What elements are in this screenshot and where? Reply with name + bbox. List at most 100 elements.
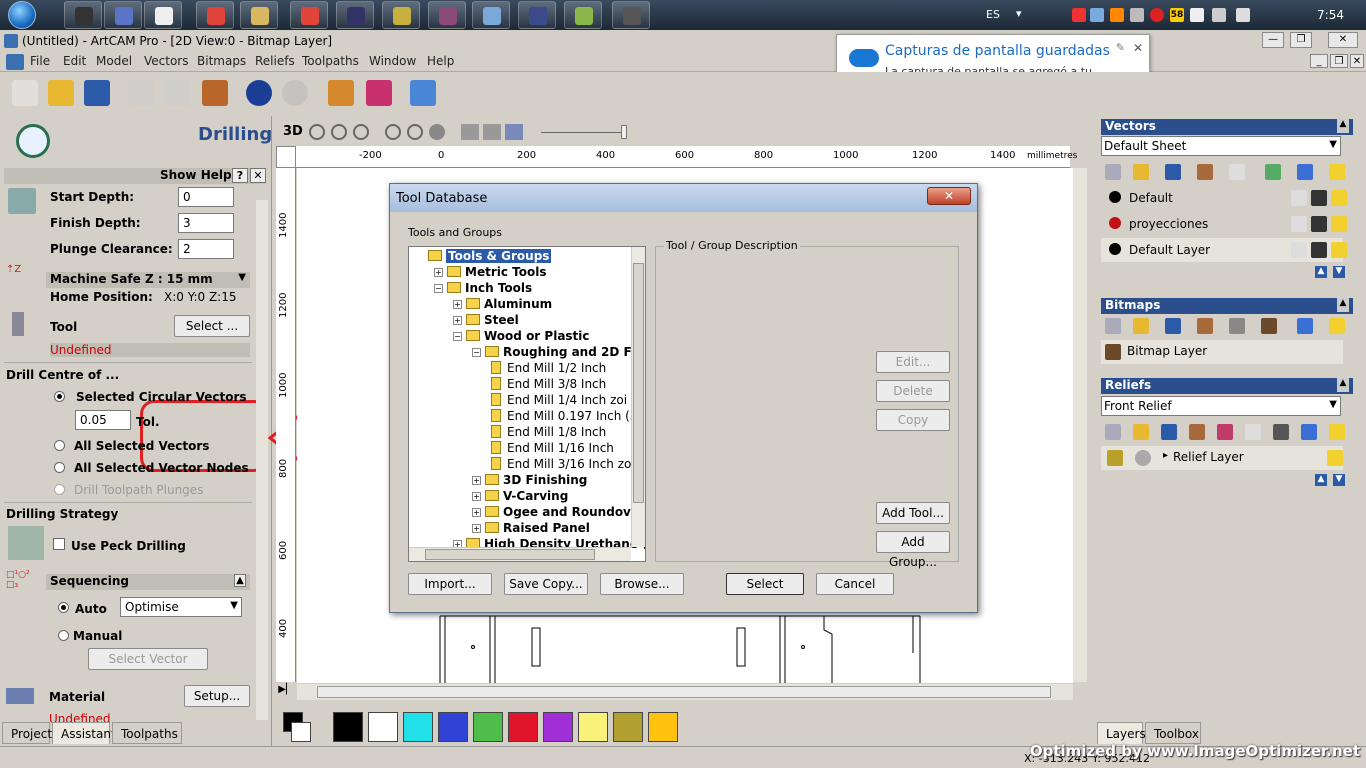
taskbar-app-app-7[interactable] xyxy=(472,1,510,29)
firefox-icon[interactable] xyxy=(1110,8,1124,22)
light-bulb-icon[interactable] xyxy=(1331,190,1347,206)
open-bitmap-icon[interactable] xyxy=(1133,318,1149,334)
manual-radio[interactable] xyxy=(58,630,69,641)
toolpath-plunges-radio[interactable] xyxy=(54,484,65,495)
mdi-close-button[interactable]: ✕ xyxy=(1350,54,1364,68)
tree-group-item[interactable]: + V-Carving xyxy=(472,489,568,503)
minimize-button[interactable]: — xyxy=(1262,32,1284,48)
relief-select[interactable]: Front Relief ▼ xyxy=(1101,396,1341,416)
tab-assistant[interactable]: Assistant xyxy=(52,722,116,744)
grey-bitmap-icon[interactable] xyxy=(1229,318,1245,334)
tool-select-button[interactable]: Select ... xyxy=(174,315,250,337)
secondary-color-swatch[interactable] xyxy=(291,722,311,742)
save-layer-icon[interactable] xyxy=(1165,164,1181,180)
taskbar-app-app-9[interactable] xyxy=(564,1,602,29)
open-layer-icon[interactable] xyxy=(1133,164,1149,180)
pen-icon[interactable] xyxy=(1311,242,1327,258)
battery-icon[interactable] xyxy=(1190,8,1204,22)
bitmap-layer-row[interactable]: Bitmap Layer xyxy=(1101,340,1343,364)
menu-help[interactable]: Help xyxy=(427,54,454,68)
color-swatch[interactable] xyxy=(438,712,468,742)
layer-color-icon[interactable] xyxy=(1109,191,1121,203)
collapse-icon[interactable]: − xyxy=(434,284,443,293)
tree-group-item[interactable]: Tools & Groups xyxy=(415,249,552,263)
expand-icon[interactable]: + xyxy=(434,268,443,277)
taskbar-app-app-5[interactable] xyxy=(382,1,420,29)
tree-group-item[interactable]: + Aluminum xyxy=(453,297,552,311)
tree-tool-item[interactable]: End Mill 1/16 Inch xyxy=(491,441,614,455)
lock-layer-icon[interactable] xyxy=(1229,164,1245,180)
tree-horizontal-scrollbar[interactable] xyxy=(409,547,631,561)
color-swatch[interactable] xyxy=(648,712,678,742)
zoom-slider-thumb[interactable] xyxy=(621,125,627,139)
color-swatch[interactable] xyxy=(333,712,363,742)
reliefs-header[interactable]: Reliefs ▲ xyxy=(1101,378,1353,394)
taskbar-app-chrome[interactable] xyxy=(196,1,234,29)
chevron-down-icon[interactable]: ▼ xyxy=(230,600,238,611)
vector-sheet-select[interactable]: Default Sheet ▼ xyxy=(1101,136,1341,156)
volume-icon[interactable] xyxy=(1236,8,1250,22)
chevron-down-icon[interactable]: ▼ xyxy=(238,272,246,283)
tree-group-item[interactable]: − Roughing and 2D Finishi xyxy=(472,345,645,359)
pen-icon[interactable] xyxy=(1311,216,1327,232)
auto-mode-select[interactable]: Optimise ▼ xyxy=(120,597,242,617)
taskbar-app-app-1[interactable] xyxy=(64,1,102,29)
expand-icon[interactable]: + xyxy=(472,524,481,533)
color-swatch[interactable] xyxy=(508,712,538,742)
menu-edit[interactable]: Edit xyxy=(63,54,86,68)
language-indicator[interactable]: ES xyxy=(986,8,1000,21)
mcafee-icon[interactable] xyxy=(1150,8,1164,22)
taskbar-app-chrome-2[interactable] xyxy=(290,1,328,29)
help-button[interactable]: ? xyxy=(232,168,248,183)
expand-icon[interactable]: + xyxy=(472,508,481,517)
tree-tool-item[interactable]: End Mill 1/4 Inch zoi xyxy=(491,393,627,407)
pen-icon[interactable] xyxy=(1311,190,1327,206)
open-relief-icon[interactable] xyxy=(1133,424,1149,440)
light-bulb-icon[interactable] xyxy=(1329,318,1345,334)
mdi-restore-button[interactable]: ❐ xyxy=(1330,54,1348,68)
delete-relief-icon[interactable] xyxy=(1301,424,1317,440)
tree-group-item[interactable]: − Wood or Plastic xyxy=(453,329,590,343)
tab-layers[interactable]: Layers xyxy=(1097,722,1146,744)
expand-icon[interactable]: + xyxy=(472,476,481,485)
menu-bitmaps[interactable]: Bitmaps xyxy=(197,54,246,68)
machine-safe-z-bar[interactable]: Machine Safe Z : 15 mm ▼ xyxy=(46,272,250,288)
paste-layer-icon[interactable] xyxy=(1197,164,1213,180)
all-vectors-radio[interactable] xyxy=(54,440,65,451)
save-bitmap-icon[interactable] xyxy=(1165,318,1181,334)
menu-window[interactable]: Window xyxy=(369,54,416,68)
taskbar-app-app-4[interactable] xyxy=(336,1,374,29)
zoom-previous-icon[interactable] xyxy=(407,124,423,140)
vector-layer-row[interactable]: proyecciones xyxy=(1101,212,1347,236)
tab-toolpaths[interactable]: Toolpaths xyxy=(112,722,182,744)
book-icon[interactable] xyxy=(366,80,392,106)
tree-group-item[interactable]: + Ogee and Roundover xyxy=(472,505,645,519)
paste-bitmap-icon[interactable] xyxy=(1197,318,1213,334)
close-help-button[interactable]: ✕ xyxy=(250,168,266,183)
snap-icon[interactable] xyxy=(461,124,479,140)
relief-mode-icon[interactable] xyxy=(1135,450,1151,466)
canvas-horizontal-scrollbar[interactable] xyxy=(297,684,1073,700)
tree-tool-item[interactable]: End Mill 0.197 Inch (5mm) xyxy=(491,409,645,423)
copy-tool-button[interactable]: Copy xyxy=(876,409,950,431)
close-icon[interactable]: ✕ xyxy=(1133,41,1143,55)
collapse-icon[interactable]: ▲ xyxy=(234,574,246,587)
tree-group-item[interactable]: +3D Finishing xyxy=(472,473,587,487)
signal-icon[interactable] xyxy=(1212,8,1226,22)
machine-icon[interactable] xyxy=(410,80,436,106)
select-button[interactable]: Select xyxy=(726,573,804,595)
combine-relief-icon[interactable] xyxy=(1217,424,1233,440)
tree-scroll-thumb[interactable] xyxy=(633,263,644,503)
grid-icon[interactable] xyxy=(483,124,501,140)
new-layer-icon[interactable] xyxy=(1105,164,1121,180)
zoom-all-icon[interactable] xyxy=(429,124,445,140)
bitmaps-header[interactable]: Bitmaps ▲ xyxy=(1101,298,1353,314)
tree-group-item[interactable]: + Steel xyxy=(453,313,519,327)
open-folder-icon[interactable] xyxy=(48,80,74,106)
collapse-icon[interactable]: ▲ xyxy=(1337,378,1349,392)
cut-icon[interactable] xyxy=(128,80,154,106)
delete-tool-button[interactable]: Delete xyxy=(876,380,950,402)
notes-icon[interactable] xyxy=(328,80,354,106)
collapse-icon[interactable]: ▲ xyxy=(1337,119,1349,133)
delete-bitmap-icon[interactable] xyxy=(1297,318,1313,334)
